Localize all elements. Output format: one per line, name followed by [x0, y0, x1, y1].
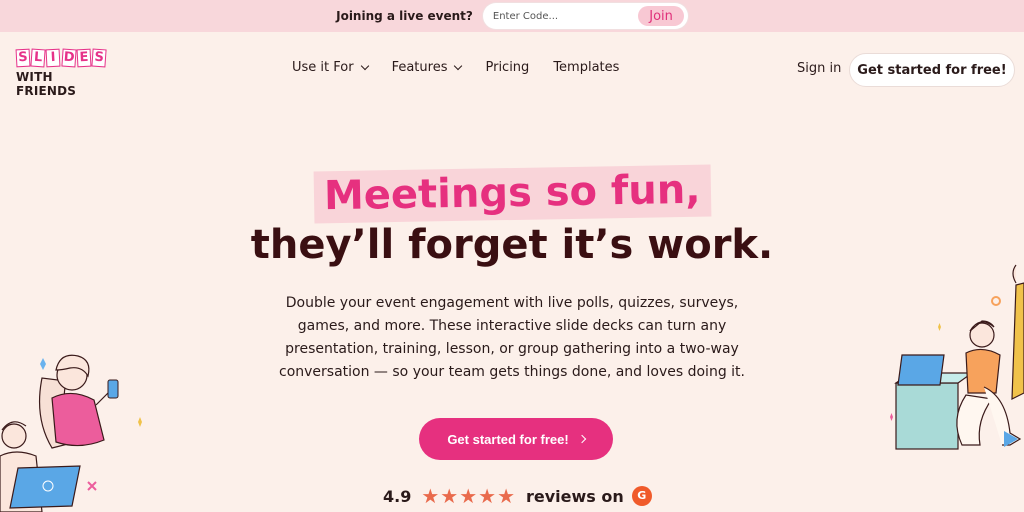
get-started-hero-button[interactable]: Get started for free!	[419, 418, 613, 460]
logo-letter: I	[45, 48, 61, 68]
logo-letter: E	[76, 48, 92, 68]
reviews-label: reviews on	[526, 486, 624, 506]
nav-item-label: Features	[391, 60, 448, 75]
logo-letters: S L I D E S	[15, 48, 107, 68]
headline-line-1-wrap: Meetings so fun,	[0, 164, 1024, 224]
rating-row: 4.9 ★★★★★ reviews on G	[383, 484, 652, 508]
woman-phone-illustration	[0, 354, 142, 512]
event-code-input[interactable]	[492, 10, 623, 22]
logo-letter: S	[15, 48, 31, 68]
headline-line-2: they’ll forget it’s work.	[250, 222, 774, 268]
logo-letter: S	[91, 48, 107, 68]
chevron-right-icon	[577, 434, 586, 444]
nav-item-templates[interactable]: Templates	[553, 60, 619, 75]
kids-laptop-illustration	[890, 264, 1024, 450]
logo-letter: L	[30, 48, 46, 68]
logo[interactable]: S L I D E S WITH FRIENDS	[15, 48, 107, 98]
join-button[interactable]: Join	[638, 6, 684, 26]
g2-logo-icon: G	[631, 486, 652, 506]
event-code-box: Join	[482, 3, 688, 29]
live-event-banner: Joining a live event? Join	[0, 0, 1024, 32]
hero-description: Double your event engagement with live p…	[279, 295, 745, 380]
chevron-down-icon	[454, 61, 463, 70]
sign-in-link[interactable]: Sign in	[797, 61, 841, 76]
nav-item-label: Pricing	[485, 60, 530, 75]
nav-item-use-it-for[interactable]: Use it For	[292, 60, 369, 75]
star-rating-icon: ★★★★★	[421, 484, 516, 508]
banner-label: Joining a live event?	[336, 9, 473, 23]
get-started-header-button[interactable]: Get started for free!	[849, 53, 1015, 87]
nav-item-pricing[interactable]: Pricing	[485, 60, 529, 75]
nav-item-features[interactable]: Features	[391, 60, 463, 75]
cta-label: Get started for free!	[447, 431, 569, 447]
logo-letter: D	[60, 48, 77, 68]
chevron-down-icon	[360, 61, 369, 70]
logo-subtitle: WITH FRIENDS	[16, 70, 77, 98]
nav-item-label: Templates	[553, 60, 620, 75]
rating-score: 4.9	[383, 486, 412, 506]
headline-highlight: Meetings so fun,	[313, 164, 711, 224]
nav-item-label: Use it For	[292, 60, 354, 75]
main-nav: Use it For Features Pricing Templates	[292, 60, 619, 75]
